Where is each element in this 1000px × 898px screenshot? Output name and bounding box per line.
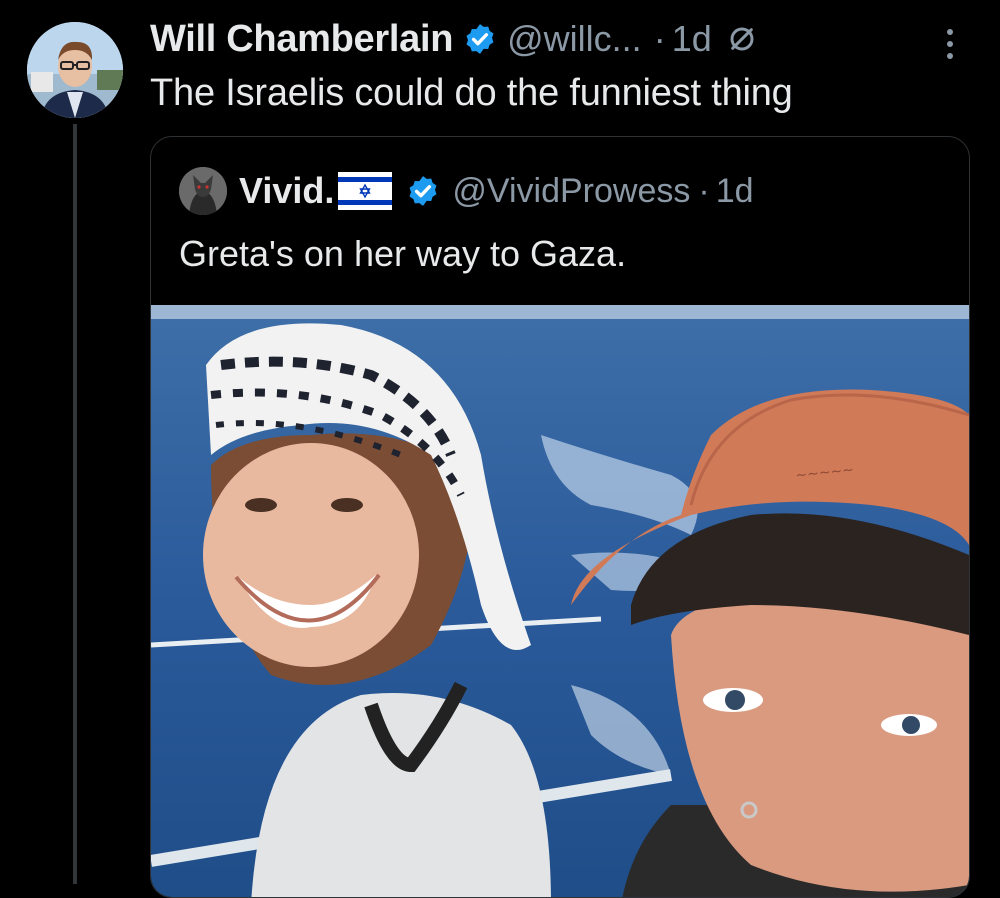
quoted-author-avatar[interactable] [179, 167, 227, 215]
more-options-icon[interactable] [940, 24, 960, 64]
quoted-avatar-image [179, 167, 227, 215]
tweet-photo[interactable]: ~~~~~ [151, 305, 969, 897]
quoted-tweet-timestamp[interactable]: 1d [716, 172, 754, 211]
quoted-tweet-card[interactable]: Vivid. @VividProwess · 1d Greta's on her… [150, 136, 970, 898]
author-handle[interactable]: @willc... [507, 18, 642, 60]
thread-line [73, 124, 77, 884]
separator-dot: · [698, 171, 710, 210]
separator-dot: · [653, 18, 666, 59]
quoted-author-name[interactable]: Vivid. [239, 170, 334, 212]
photo-image: ~~~~~ [151, 305, 969, 897]
author-name[interactable]: Will Chamberlain [150, 18, 453, 61]
tweet-header: Will Chamberlain @willc... · 1d [150, 14, 758, 64]
tweet-timestamp[interactable]: 1d [672, 18, 712, 60]
quoted-tweet-header: Vivid. @VividProwess · 1d [179, 167, 754, 215]
quoted-author-handle[interactable]: @VividProwess [452, 172, 690, 211]
verified-badge-icon[interactable] [463, 22, 497, 56]
verified-badge-icon[interactable] [406, 174, 440, 208]
author-avatar[interactable] [27, 22, 123, 118]
avatar-image [27, 22, 123, 118]
quoted-tweet-text: Greta's on her way to Gaza. [179, 233, 627, 274]
tweet-text: The Israelis could do the funniest thing [150, 72, 793, 114]
israel-flag-icon [338, 172, 393, 210]
edited-icon[interactable] [726, 23, 758, 55]
